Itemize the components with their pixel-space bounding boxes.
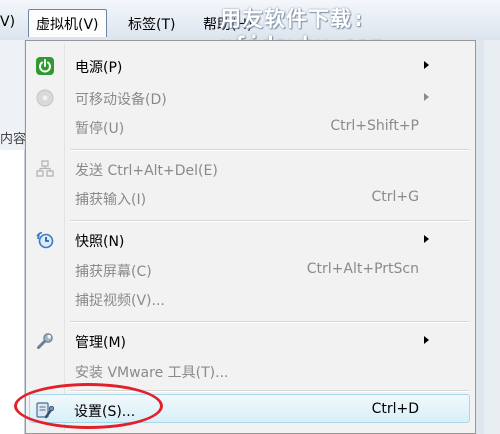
vm-dropdown-menu: 电源(P) 可移动设备(D) 暂停(U) Ctrl+Shift+P 发送 Ctr… <box>25 40 476 434</box>
menu-separator <box>70 321 469 323</box>
menu-item-capture-screen[interactable]: 捕获屏幕(C) Ctrl+Alt+PrtScn <box>26 256 475 284</box>
submenu-arrow-icon <box>424 93 429 101</box>
menu-separator <box>70 149 469 151</box>
highlight-ellipse-annotation <box>14 383 163 429</box>
menu-item-shortcut: Ctrl+D <box>371 401 419 417</box>
menu-item-shortcut: Ctrl+Alt+PrtScn <box>306 261 419 277</box>
menu-item-label: 捕获屏幕(C) <box>75 264 152 280</box>
menu-item-label: 捕捉视频(V)... <box>75 293 165 309</box>
menu-bar: V) 虚拟机(V) 标签(T) 帮助(H) 用友软件下载: ufidawhy.c… <box>0 0 500 57</box>
menu-item-capture-movie[interactable]: 捕捉视频(V)... <box>26 285 475 313</box>
menu-item-label: 发送 Ctrl+Alt+Del(E) <box>75 163 218 179</box>
library-side-text: 内容 <box>0 132 27 147</box>
menu-separator <box>70 220 469 222</box>
menu-item-grab-input[interactable]: 捕获输入(I) Ctrl+G <box>26 184 475 212</box>
menu-item-snapshot[interactable]: 快照(N) <box>26 226 475 254</box>
menu-item-label: 快照(N) <box>75 234 125 250</box>
menu-item-label: 管理(M) <box>75 335 127 351</box>
menu-item-removable-devices[interactable]: 可移动设备(D) <box>26 84 475 112</box>
cd-disc-icon <box>36 89 54 107</box>
menu-item-shortcut: Ctrl+Shift+P <box>330 118 419 134</box>
menu-item-shortcut: Ctrl+G <box>371 189 420 205</box>
snapshot-clock-icon <box>36 231 54 249</box>
network-icon <box>36 160 54 177</box>
submenu-arrow-icon <box>424 61 429 69</box>
menu-item-install-vmware-tools[interactable]: 安装 VMware 工具(T)... <box>26 357 475 385</box>
menu-item-label: 可移动设备(D) <box>75 92 167 108</box>
menu-item-label: 暂停(U) <box>75 121 125 137</box>
wrench-icon <box>37 333 53 349</box>
window-edge <box>484 40 500 434</box>
menu-vm[interactable]: 虚拟机(V) <box>28 9 107 37</box>
menu-tabs[interactable]: 标签(T) <box>128 14 175 34</box>
library-panel-edge <box>0 150 25 434</box>
menu-item-label: 捕获输入(I) <box>75 192 147 208</box>
menu-item-power[interactable]: 电源(P) <box>26 52 475 80</box>
menu-item-label: 安装 VMware 工具(T)... <box>75 365 229 381</box>
menu-item-send-ctrl-alt-del[interactable]: 发送 Ctrl+Alt+Del(E) <box>26 155 475 183</box>
submenu-arrow-icon <box>424 235 429 243</box>
menu-fragment[interactable]: V) <box>0 14 15 30</box>
menu-item-label: 电源(P) <box>75 60 123 76</box>
menu-item-pause[interactable]: 暂停(U) Ctrl+Shift+P <box>26 113 475 141</box>
menu-item-manage[interactable]: 管理(M) <box>26 327 475 355</box>
submenu-arrow-icon <box>424 336 429 344</box>
power-icon <box>36 57 54 75</box>
